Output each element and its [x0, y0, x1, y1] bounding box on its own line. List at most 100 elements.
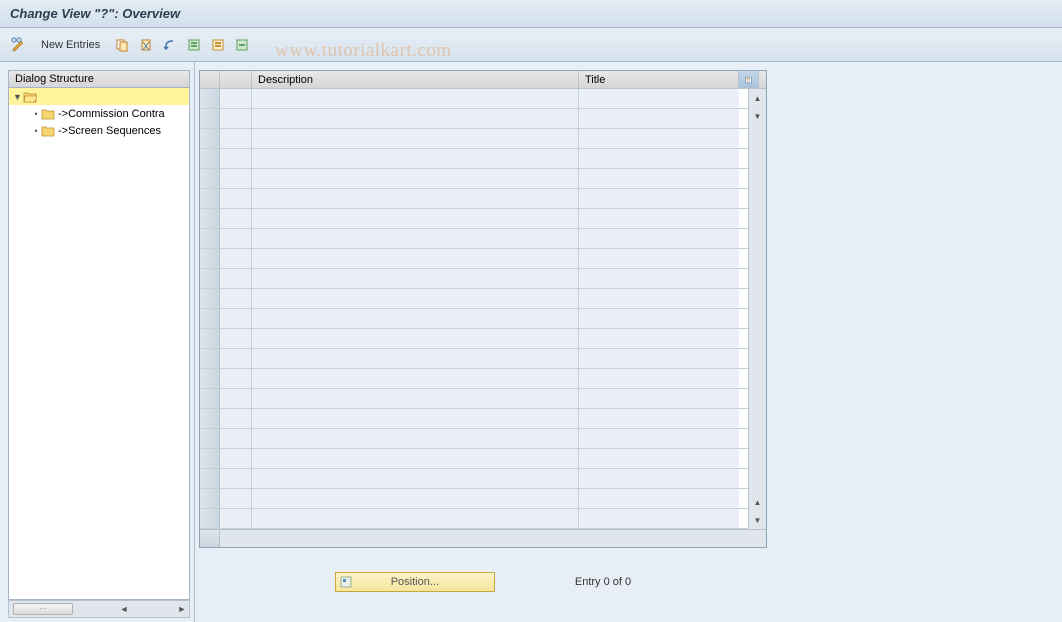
row-selector[interactable]: [200, 509, 220, 528]
table-cell-title[interactable]: [579, 129, 739, 148]
table-row[interactable]: [200, 129, 748, 149]
new-entries-button[interactable]: New Entries: [32, 34, 109, 56]
table-row[interactable]: [200, 169, 748, 189]
table-cell-description[interactable]: [252, 389, 579, 408]
position-button[interactable]: Position...: [335, 572, 495, 592]
scroll-up-arrow[interactable]: ▲: [750, 90, 766, 106]
table-cell[interactable]: [220, 369, 252, 388]
table-cell[interactable]: [220, 89, 252, 108]
table-cell[interactable]: [220, 169, 252, 188]
scroll-up-arrow-bottom[interactable]: ▲: [750, 494, 766, 510]
table-cell[interactable]: [220, 409, 252, 428]
row-selector[interactable]: [200, 209, 220, 228]
table-cell[interactable]: [220, 129, 252, 148]
table-cell[interactable]: [220, 489, 252, 508]
row-selector[interactable]: [200, 429, 220, 448]
undo-button[interactable]: [159, 34, 181, 56]
table-cell-title[interactable]: [579, 149, 739, 168]
table-cell-title[interactable]: [579, 189, 739, 208]
title-column-header[interactable]: Title: [579, 71, 739, 88]
table-cell-title[interactable]: [579, 269, 739, 288]
table-cell-title[interactable]: [579, 289, 739, 308]
row-selector[interactable]: [200, 109, 220, 128]
table-row[interactable]: [200, 109, 748, 129]
scroll-down-arrow[interactable]: ▼: [750, 108, 766, 124]
table-cell-description[interactable]: [252, 229, 579, 248]
table-cell[interactable]: [220, 509, 252, 528]
table-cell-description[interactable]: [252, 289, 579, 308]
row-selector[interactable]: [200, 169, 220, 188]
tree-expand-arrow[interactable]: ▼: [13, 92, 23, 102]
table-row[interactable]: [200, 349, 748, 369]
table-cell-description[interactable]: [252, 129, 579, 148]
table-cell-description[interactable]: [252, 449, 579, 468]
row-selector[interactable]: [200, 229, 220, 248]
row-selector[interactable]: [200, 349, 220, 368]
table-cell[interactable]: [220, 449, 252, 468]
row-selector[interactable]: [200, 449, 220, 468]
scrollbar-thumb[interactable]: ⋯: [13, 603, 73, 615]
table-cell-title[interactable]: [579, 169, 739, 188]
table-row[interactable]: [200, 429, 748, 449]
table-cell-description[interactable]: [252, 189, 579, 208]
table-cell[interactable]: [220, 149, 252, 168]
table-cell-description[interactable]: [252, 109, 579, 128]
table-cell-description[interactable]: [252, 249, 579, 268]
row-selector[interactable]: [200, 189, 220, 208]
table-cell-title[interactable]: [579, 249, 739, 268]
table-cell[interactable]: [220, 429, 252, 448]
row-selector[interactable]: [200, 369, 220, 388]
table-cell[interactable]: [220, 189, 252, 208]
tree-item-root[interactable]: ▼: [9, 88, 189, 105]
table-cell[interactable]: [220, 389, 252, 408]
table-cell-title[interactable]: [579, 429, 739, 448]
table-row[interactable]: [200, 369, 748, 389]
deselect-all-button[interactable]: [231, 34, 253, 56]
table-cell-description[interactable]: [252, 469, 579, 488]
table-cell-description[interactable]: [252, 369, 579, 388]
table-settings-button[interactable]: [739, 71, 759, 88]
table-cell-title[interactable]: [579, 229, 739, 248]
table-row[interactable]: [200, 149, 748, 169]
table-cell-title[interactable]: [579, 349, 739, 368]
table-cell-description[interactable]: [252, 149, 579, 168]
table-cell-title[interactable]: [579, 329, 739, 348]
table-cell-description[interactable]: [252, 409, 579, 428]
row-selector[interactable]: [200, 289, 220, 308]
table-cell[interactable]: [220, 289, 252, 308]
row-selector[interactable]: [200, 469, 220, 488]
table-cell-description[interactable]: [252, 169, 579, 188]
tree-item-screen-sequences[interactable]: • ->Screen Sequences: [9, 122, 189, 139]
description-column-header[interactable]: Description: [252, 71, 579, 88]
row-selector[interactable]: [200, 269, 220, 288]
table-row[interactable]: [200, 269, 748, 289]
table-cell-title[interactable]: [579, 489, 739, 508]
table-row[interactable]: [200, 229, 748, 249]
table-cell-title[interactable]: [579, 89, 739, 108]
table-cell-description[interactable]: [252, 509, 579, 528]
table-cell-description[interactable]: [252, 349, 579, 368]
delete-button[interactable]: [135, 34, 157, 56]
row-selector[interactable]: [200, 249, 220, 268]
table-cell[interactable]: [220, 349, 252, 368]
table-row[interactable]: [200, 189, 748, 209]
table-cell-title[interactable]: [579, 309, 739, 328]
table-cell-description[interactable]: [252, 489, 579, 508]
table-cell-title[interactable]: [579, 369, 739, 388]
table-cell[interactable]: [220, 309, 252, 328]
table-row[interactable]: [200, 469, 748, 489]
table-row[interactable]: [200, 489, 748, 509]
table-cell-description[interactable]: [252, 89, 579, 108]
row-selector[interactable]: [200, 409, 220, 428]
table-cell[interactable]: [220, 209, 252, 228]
table-cell-description[interactable]: [252, 429, 579, 448]
row-selector[interactable]: [200, 389, 220, 408]
table-vertical-scrollbar[interactable]: ▲ ▼ ▲ ▼: [748, 89, 766, 529]
table-row[interactable]: [200, 449, 748, 469]
copy-as-button[interactable]: [111, 34, 133, 56]
table-cell-title[interactable]: [579, 509, 739, 528]
scroll-right-arrow[interactable]: ►: [175, 602, 189, 616]
table-row[interactable]: [200, 409, 748, 429]
tree-item-commission[interactable]: • ->Commission Contra: [9, 105, 189, 122]
select-all-column-header[interactable]: [200, 71, 220, 88]
